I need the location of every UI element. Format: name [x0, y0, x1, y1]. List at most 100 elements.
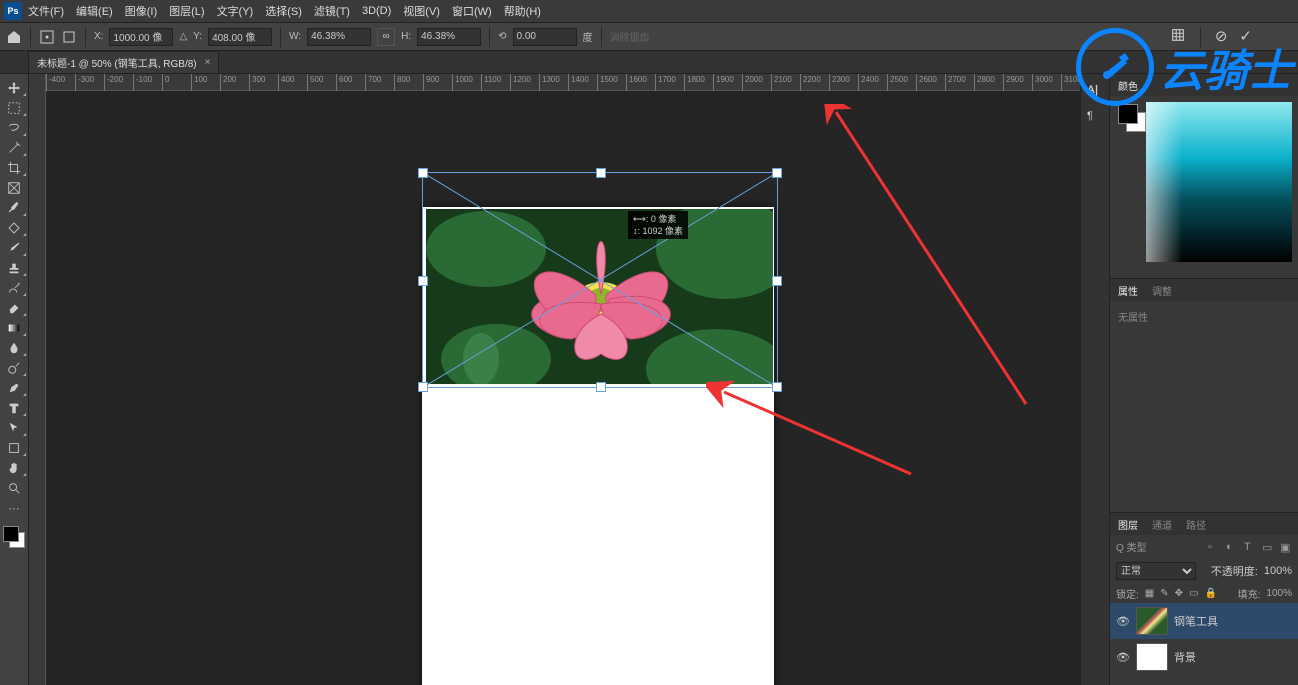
history-brush-tool-icon[interactable] [0, 278, 28, 298]
layer-name-1[interactable]: 钢笔工具 [1174, 613, 1218, 629]
channels-tab[interactable]: 通道 [1152, 517, 1172, 532]
menu-image[interactable]: 图像(I) [125, 3, 157, 19]
layer-visibility-icon[interactable]: 👁 [1116, 615, 1130, 628]
transform-ref-icon[interactable] [39, 29, 55, 45]
filter-smart-icon[interactable]: ▣ [1280, 541, 1292, 553]
paths-tab[interactable]: 路径 [1186, 517, 1206, 532]
color-spectrum[interactable] [1146, 102, 1292, 262]
lasso-tool-icon[interactable] [0, 118, 28, 138]
w-label: W: [289, 31, 301, 42]
edit-toolbar-icon[interactable]: ⋯ [0, 498, 28, 518]
transform-info-tooltip: ⟷: 0 像素 ↕: 1092 像素 [628, 211, 688, 239]
canvas-area[interactable]: -400-300-200-100010020030040050060070080… [46, 74, 1080, 685]
menu-edit[interactable]: 编辑(E) [76, 3, 113, 19]
color-panel: 颜色 [1110, 74, 1298, 279]
filter-pixel-icon[interactable]: ▫ [1208, 541, 1220, 553]
menu-type[interactable]: 文字(Y) [217, 3, 254, 19]
blend-mode-select[interactable]: 正常 [1116, 562, 1196, 580]
brush-tool-icon[interactable] [0, 238, 28, 258]
lock-label: 锁定: [1116, 586, 1139, 601]
rotate-input[interactable] [513, 28, 577, 46]
document-tab[interactable]: 未标题-1 @ 50% (钢笔工具, RGB/8) × [28, 51, 219, 73]
vertical-ruler [29, 74, 46, 685]
app-icon: Ps [4, 2, 22, 20]
w-input[interactable] [307, 28, 371, 46]
layer-thumb-2 [1136, 643, 1168, 671]
filter-shape-icon[interactable]: ▭ [1262, 541, 1274, 553]
filter-adjust-icon[interactable]: ◐ [1226, 541, 1238, 553]
blur-tool-icon[interactable] [0, 338, 28, 358]
home-icon[interactable] [6, 29, 22, 45]
layers-tab[interactable]: 图层 [1118, 517, 1138, 532]
filter-type-icon[interactable]: T [1244, 541, 1256, 553]
wand-tool-icon[interactable] [0, 138, 28, 158]
paragraph-panel-icon[interactable]: ¶ [1087, 110, 1103, 126]
layer-row-1[interactable]: 👁 钢笔工具 [1110, 603, 1298, 639]
transform-handle-n[interactable] [596, 168, 606, 178]
menu-select[interactable]: 选择(S) [265, 3, 302, 19]
cancel-transform-icon[interactable]: ⊘ [1215, 27, 1228, 47]
panel-color-swatch[interactable] [1116, 102, 1146, 272]
menu-layer[interactable]: 图层(L) [169, 3, 204, 19]
rotate-unit: 度 [583, 29, 593, 44]
zoom-tool-icon[interactable] [0, 478, 28, 498]
frame-tool-icon[interactable] [0, 178, 28, 198]
hand-tool-icon[interactable] [0, 458, 28, 478]
fill-label: 填充: [1238, 586, 1261, 601]
rotate-icon: ⟲ [498, 31, 506, 42]
adjustments-tab[interactable]: 调整 [1152, 283, 1172, 298]
lock-trans-icon[interactable]: ▦ [1145, 588, 1154, 599]
warp-mode-icon[interactable] [1170, 27, 1186, 43]
crop-tool-icon[interactable] [0, 158, 28, 178]
path-select-tool-icon[interactable] [0, 418, 28, 438]
eyedropper-tool-icon[interactable] [0, 198, 28, 218]
document-tab-bar: 未标题-1 @ 50% (钢笔工具, RGB/8) × [0, 51, 1298, 74]
menu-help[interactable]: 帮助(H) [504, 3, 541, 19]
x-label: X: [94, 31, 103, 42]
layer-filter-label: Q 类型 [1116, 539, 1147, 554]
dodge-tool-icon[interactable] [0, 358, 28, 378]
lock-artboard-icon[interactable]: ▭ [1189, 588, 1198, 599]
lock-pixel-icon[interactable]: ✎ [1160, 588, 1168, 599]
properties-tab[interactable]: 属性 [1118, 283, 1138, 298]
close-tab-icon[interactable]: × [205, 57, 211, 68]
layer-row-2[interactable]: 👁 背景 [1110, 639, 1298, 675]
color-tab[interactable]: 颜色 [1118, 78, 1138, 93]
menu-window[interactable]: 窗口(W) [452, 3, 492, 19]
horizontal-ruler: -400-300-200-100010020030040050060070080… [46, 74, 1080, 91]
opacity-label: 不透明度: [1211, 563, 1258, 579]
transform-handle-nw[interactable] [418, 168, 428, 178]
character-panel-icon[interactable]: A| [1087, 84, 1103, 100]
y-delta-icon: △ [179, 31, 187, 42]
y-input[interactable] [208, 28, 272, 46]
menu-3d[interactable]: 3D(D) [362, 5, 391, 17]
type-tool-icon[interactable] [0, 398, 28, 418]
lock-pos-icon[interactable]: ✥ [1175, 588, 1183, 599]
y-label: Y: [193, 31, 202, 42]
x-input[interactable] [109, 28, 173, 46]
h-input[interactable] [417, 28, 481, 46]
healing-tool-icon[interactable] [0, 218, 28, 238]
stamp-tool-icon[interactable] [0, 258, 28, 278]
eraser-tool-icon[interactable] [0, 298, 28, 318]
opacity-value[interactable]: 100% [1264, 565, 1292, 577]
commit-transform-icon[interactable]: ✓ [1239, 27, 1252, 47]
pen-tool-icon[interactable] [0, 378, 28, 398]
menu-view[interactable]: 视图(V) [403, 3, 440, 19]
menu-bar: Ps 文件(F) 编辑(E) 图像(I) 图层(L) 文字(Y) 选择(S) 滤… [0, 0, 1298, 22]
lock-all-icon[interactable]: 🔒 [1204, 588, 1216, 599]
properties-panel: 属性 调整 无属性 [1110, 279, 1298, 513]
move-tool-icon[interactable] [0, 78, 28, 98]
options-bar: X: △ Y: W: ∞ H: ⟲ 度 消除锯齿 ⊘ ✓ [0, 22, 1298, 51]
menu-file[interactable]: 文件(F) [28, 3, 64, 19]
menu-filter[interactable]: 滤镜(T) [314, 3, 350, 19]
fill-value[interactable]: 100% [1266, 588, 1292, 599]
gradient-tool-icon[interactable] [0, 318, 28, 338]
anchor-point-icon[interactable] [61, 29, 77, 45]
shape-tool-icon[interactable] [0, 438, 28, 458]
layer-name-2[interactable]: 背景 [1174, 649, 1196, 665]
marquee-tool-icon[interactable] [0, 98, 28, 118]
link-wh-icon[interactable]: ∞ [377, 28, 395, 46]
color-swatch[interactable] [3, 526, 25, 548]
layer-visibility-icon[interactable]: 👁 [1116, 651, 1130, 664]
